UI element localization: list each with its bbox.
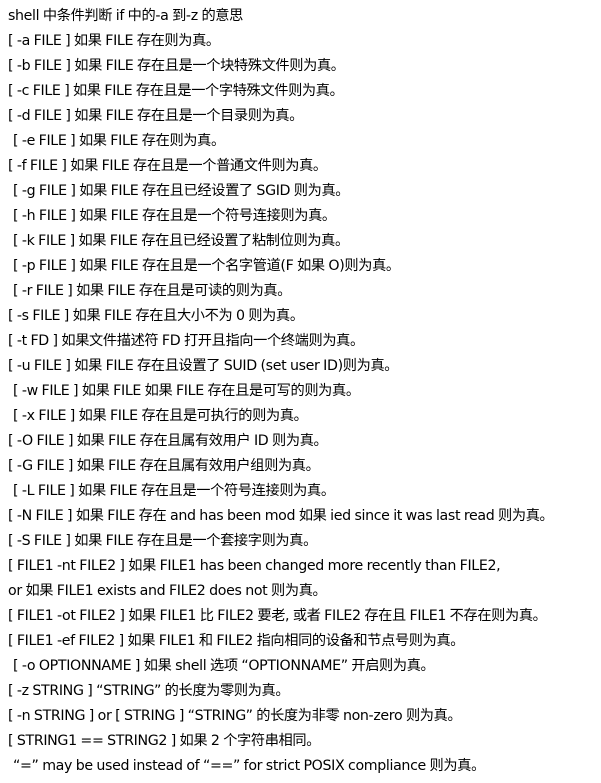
text-line: or 如果 FILE1 exists and FILE2 does not 则为…: [8, 583, 327, 599]
text-line: [ -r FILE ] 如果 FILE 存在且是可读的则为真。: [13, 283, 292, 299]
text-line: [ -x FILE ] 如果 FILE 存在且是可执行的则为真。: [13, 408, 308, 424]
text-line: [ -N FILE ] 如果 FILE 存在 and has been mod …: [8, 508, 554, 524]
text-line: [ -t FD ] 如果文件描述符 FD 打开且指向一个终端则为真。: [8, 333, 364, 349]
text-line: [ -w FILE ] 如果 FILE 如果 FILE 存在且是可写的则为真。: [13, 383, 360, 399]
text-line: [ STRING1 == STRING2 ] 如果 2 个字符串相同。: [8, 733, 321, 749]
text-line: [ -n STRING ] or [ STRING ] “STRING” 的长度…: [8, 708, 462, 724]
text-line: “=” may be used instead of “==” for stri…: [13, 758, 485, 774]
text-line: [ -L FILE ] 如果 FILE 存在且是一个符号连接则为真。: [13, 483, 335, 499]
text-line: [ -a FILE ] 如果 FILE 存在则为真。: [8, 33, 220, 49]
text-line: [ FILE1 -ef FILE2 ] 如果 FILE1 和 FILE2 指向相…: [8, 633, 465, 649]
document-title: shell 中条件判断 if 中的-a 到-z 的意思: [8, 8, 243, 24]
text-line: [ -G FILE ] 如果 FILE 存在且属有效用户组则为真。: [8, 458, 320, 474]
text-line: [ -o OPTIONNAME ] 如果 shell 选项 “OPTIONNAM…: [13, 658, 435, 674]
text-line: [ -O FILE ] 如果 FILE 存在且属有效用户 ID 则为真。: [8, 433, 328, 449]
text-line: [ -c FILE ] 如果 FILE 存在且是一个字特殊文件则为真。: [8, 83, 344, 99]
text-line: [ -z STRING ] “STRING” 的长度为零则为真。: [8, 683, 290, 699]
text-line: [ -s FILE ] 如果 FILE 存在且大小不为 0 则为真。: [8, 308, 304, 324]
text-line: [ -b FILE ] 如果 FILE 存在且是一个块特殊文件则为真。: [8, 58, 345, 74]
text-line: [ -d FILE ] 如果 FILE 存在且是一个目录则为真。: [8, 108, 304, 124]
text-line: [ FILE1 -nt FILE2 ] 如果 FILE1 has been ch…: [8, 558, 501, 574]
document-page: shell 中条件判断 if 中的-a 到-z 的意思 [ -a FILE ] …: [0, 0, 601, 783]
text-line: [ -h FILE ] 如果 FILE 存在且是一个符号连接则为真。: [13, 208, 336, 224]
text-line: [ -S FILE ] 如果 FILE 存在且是一个套接字则为真。: [8, 533, 317, 549]
text-line: [ -k FILE ] 如果 FILE 存在且已经设置了粘制位则为真。: [13, 233, 349, 249]
text-line: [ FILE1 -ot FILE2 ] 如果 FILE1 比 FILE2 要老,…: [8, 608, 547, 624]
text-line: [ -f FILE ] 如果 FILE 存在且是一个普通文件则为真。: [8, 158, 327, 174]
text-line: [ -p FILE ] 如果 FILE 存在且是一个名字管道(F 如果 O)则为…: [13, 258, 400, 274]
text-line: [ -u FILE ] 如果 FILE 存在且设置了 SUID (set use…: [8, 358, 399, 374]
text-line: [ -g FILE ] 如果 FILE 存在且已经设置了 SGID 则为真。: [13, 183, 350, 199]
text-line: [ -e FILE ] 如果 FILE 存在则为真。: [13, 133, 225, 149]
